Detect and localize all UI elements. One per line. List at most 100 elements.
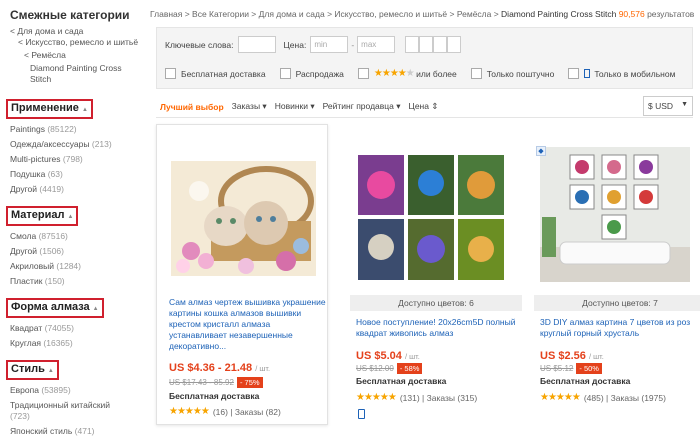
breadcrumb-arts-crafts[interactable]: Искусство, ремесло и шитьё xyxy=(334,9,447,19)
product-image-butterflies[interactable] xyxy=(358,155,504,280)
filter-option[interactable]: Квадрат (74055) xyxy=(10,321,144,336)
keywords-input[interactable] xyxy=(237,36,276,53)
main-content: Главная > Все Категории > Для дома и сад… xyxy=(150,0,700,425)
colors-available: Доступно цветов: 6 xyxy=(350,295,522,311)
grid-view-icon[interactable] xyxy=(405,36,420,53)
gallery-view-icon[interactable] xyxy=(433,36,448,53)
product-card[interactable]: Доступно цветов: 6 Новое поступление! 20… xyxy=(350,124,522,425)
filter-option[interactable]: Круглая (16365) xyxy=(10,336,144,351)
reviews-link[interactable]: (131) xyxy=(400,393,420,403)
product-price: US $5.04 / шт. xyxy=(356,350,420,362)
filter-option[interactable]: Другой (4419) xyxy=(10,182,144,197)
discount-badge: - 75% xyxy=(236,377,263,388)
sort-price[interactable]: Цена ⇕ xyxy=(409,101,439,112)
filter-panel: Ключевые слова: Цена: min - max Бесплатн… xyxy=(156,27,693,89)
rating-row: ★★★★★ (485) | Заказы (1975) xyxy=(540,392,666,403)
diamond-icon: ◆ xyxy=(536,146,546,156)
filter-option[interactable]: Другой (1506) xyxy=(10,244,144,259)
filter-option[interactable]: Европа (53895) xyxy=(10,383,144,398)
filter-option[interactable]: Японский стиль (471) xyxy=(10,424,144,439)
stars-icon: ★★★★ xyxy=(373,68,407,79)
product-price: US $2.56 / шт. xyxy=(540,350,604,362)
filter-option[interactable]: Одежда/аксессуары (213) xyxy=(10,137,144,152)
star-empty-icon: ★ xyxy=(405,68,415,79)
product-image-roses[interactable] xyxy=(540,147,690,282)
filter-option[interactable]: Подушка (63) xyxy=(10,167,144,182)
old-price: US $12.00- 58% xyxy=(356,363,423,374)
filter-option[interactable]: Смола (87516) xyxy=(10,229,144,244)
product-price: US $4.36 - 21.48 / шт. xyxy=(169,362,271,374)
product-title[interactable]: Сам алмаз чертеж вышивка украшение карти… xyxy=(169,297,329,352)
product-card[interactable]: Сам алмаз чертеж вышивка украшение карти… xyxy=(156,124,328,425)
sort-orders[interactable]: Заказы ▾ xyxy=(232,101,267,112)
sort-best-match[interactable]: Лучший выбор xyxy=(160,102,224,112)
filter-option[interactable]: Традиционный китайский (723) xyxy=(10,400,144,422)
sort-new[interactable]: Новинки ▾ xyxy=(275,101,315,112)
filter-option[interactable]: Акриловый (1284) xyxy=(10,259,144,274)
orders-count: Заказы (315) xyxy=(426,392,478,403)
breadcrumb-current: Diamond Painting Cross Stitch xyxy=(501,9,617,19)
checkbox[interactable] xyxy=(568,68,580,79)
product-title[interactable]: Новое поступление! 20x26cm5D полный квад… xyxy=(356,317,516,339)
mobile-only-filter[interactable]: Только в мобильном xyxy=(568,68,675,79)
reviews-link[interactable]: (485) xyxy=(584,393,604,403)
chevron-down-icon: ▼ xyxy=(681,101,688,108)
view-toggle[interactable] xyxy=(405,36,462,53)
price-min-input[interactable]: min xyxy=(310,36,349,53)
rating-stars-icon: ★★★★★ xyxy=(169,406,210,417)
breadcrumb-all-categories[interactable]: Все Категории xyxy=(192,9,249,19)
sort-seller-rating[interactable]: Рейтинг продавца ▾ xyxy=(323,101,401,112)
collapse-icon: ▲ xyxy=(67,214,74,220)
product-image-cat[interactable] xyxy=(171,161,316,276)
filter-group-title[interactable]: Материал ▲ xyxy=(6,206,79,226)
filter-option[interactable]: Пластик (150) xyxy=(10,274,144,289)
product-card[interactable]: ◆ Доступно цветов: 7 3D DIY алмаз картин… xyxy=(534,124,700,425)
filter-group-title[interactable]: Форма алмаза ▲ xyxy=(6,298,104,318)
shipping-label: Бесплатная доставка xyxy=(540,376,631,386)
filter-option[interactable]: Paintings (85122) xyxy=(10,122,144,137)
filter-group-title[interactable]: Применение ▲ xyxy=(6,99,93,119)
reviews-link[interactable]: (16) xyxy=(213,407,228,417)
category-arts-crafts[interactable]: < Искусство, ремесло и шитьё xyxy=(10,37,144,48)
checkbox[interactable] xyxy=(357,68,369,79)
list-view-icon[interactable] xyxy=(419,36,434,53)
sidebar: Смежные категории < Для дома и сада < Ис… xyxy=(0,0,144,436)
sale-filter[interactable]: Распродажа xyxy=(279,68,344,79)
single-only-filter[interactable]: Только поштучно xyxy=(470,68,554,79)
filter-group-material: Материал ▲ Смола (87516) Другой (1506) Ак… xyxy=(6,202,144,289)
breadcrumb-home-garden[interactable]: Для дома и сада xyxy=(259,9,325,19)
filter-group-title[interactable]: Стиль ▲ xyxy=(6,360,59,380)
discount-badge: - 50% xyxy=(576,363,602,374)
checkbox[interactable] xyxy=(165,68,176,79)
category-home-garden[interactable]: < Для дома и сада xyxy=(10,26,144,37)
checkbox[interactable] xyxy=(470,68,482,79)
category-crafts[interactable]: < Ремёсла xyxy=(10,50,144,61)
old-price: US $17.43 - 85.92- 75% xyxy=(169,377,263,388)
rating-stars-icon: ★★★★★ xyxy=(540,392,581,403)
category-current: Diamond Painting Cross Stitch xyxy=(30,63,122,84)
price-label: Цена: xyxy=(283,39,307,50)
filter-option[interactable]: Multi-pictures (798) xyxy=(10,152,144,167)
product-title[interactable]: 3D DIY алмаз картина 7 цветов из роз кру… xyxy=(540,317,700,339)
collapse-icon: ▲ xyxy=(92,306,99,312)
rating-filter[interactable]: ★★★★ ★ или более xyxy=(357,68,457,79)
breadcrumb-home[interactable]: Главная xyxy=(150,9,182,19)
currency-select[interactable]: $ USD ▼ xyxy=(643,96,693,116)
price-max-input[interactable]: max xyxy=(357,36,396,53)
price-dash: - xyxy=(351,39,355,50)
results-label: результатов xyxy=(647,9,695,19)
discount-badge: - 58% xyxy=(396,363,423,374)
orders-count: Заказы (1975) xyxy=(610,392,666,403)
checkbox[interactable] xyxy=(279,68,291,79)
filter-group-style: Стиль ▲ Европа (53895) Традиционный китай… xyxy=(6,356,144,439)
compact-view-icon[interactable] xyxy=(447,36,462,53)
rating-stars-icon: ★★★★★ xyxy=(356,392,397,403)
mobile-icon xyxy=(358,409,365,419)
rating-row: ★★★★★ (131) | Заказы (315) xyxy=(356,392,478,403)
breadcrumb: Главная > Все Категории > Для дома и сад… xyxy=(150,9,695,19)
mobile-icon xyxy=(584,69,591,78)
breadcrumb-crafts[interactable]: Ремёсла xyxy=(457,9,492,19)
free-shipping-filter[interactable]: Бесплатная доставка xyxy=(165,68,266,79)
collapse-icon: ▲ xyxy=(81,107,88,113)
colors-available: Доступно цветов: 7 xyxy=(534,295,700,311)
